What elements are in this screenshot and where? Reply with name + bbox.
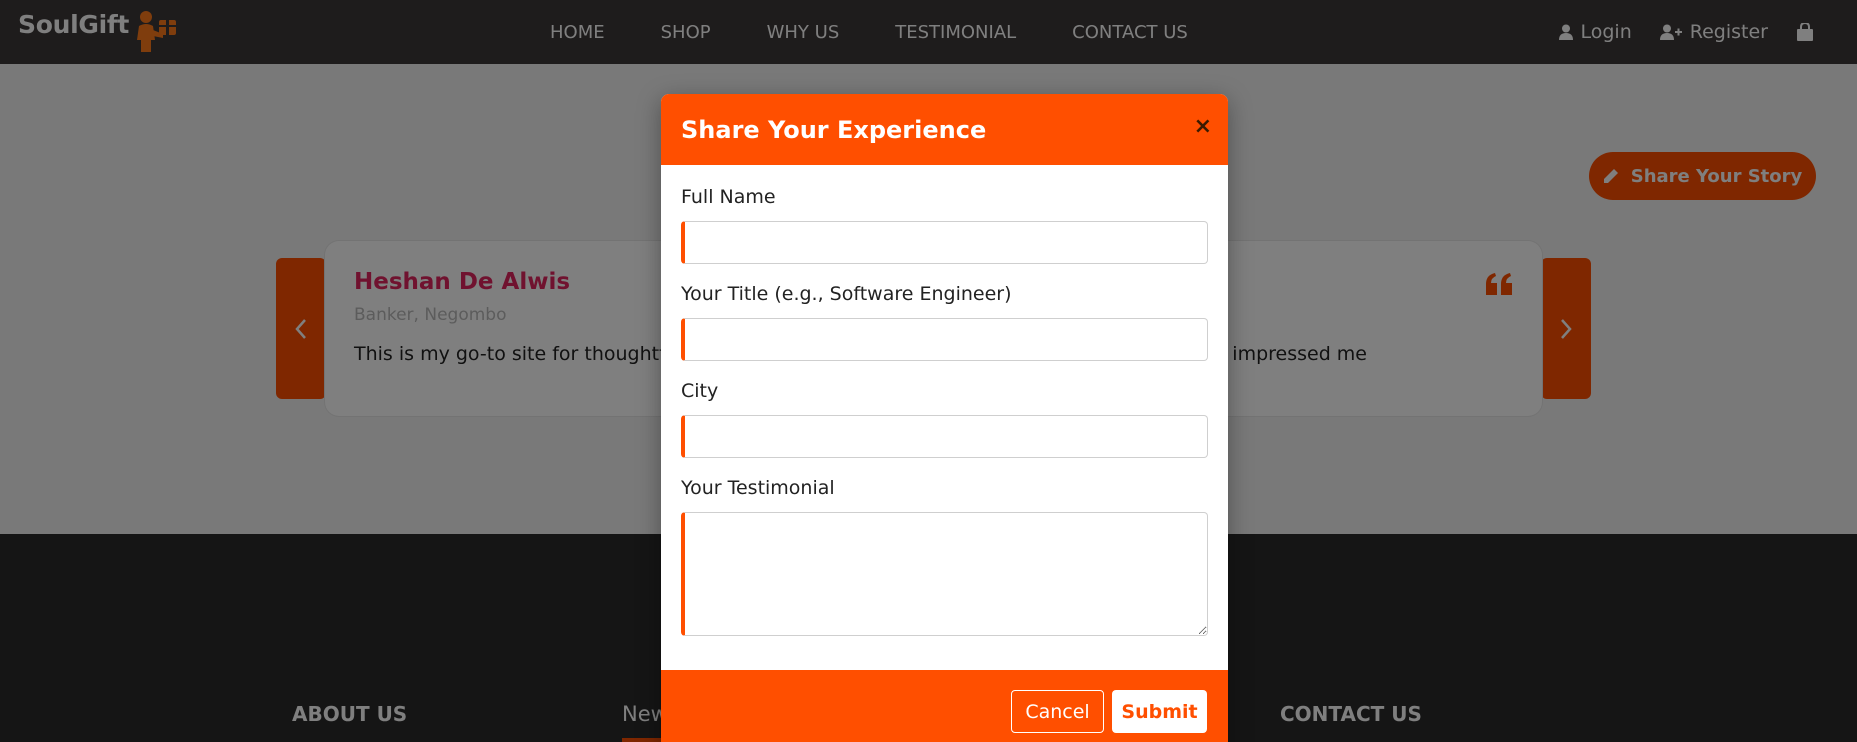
title-label: Your Title (e.g., Software Engineer): [681, 283, 1012, 305]
modal-footer: Cancel Submit: [661, 670, 1228, 742]
modal-header: Share Your Experience ×: [661, 94, 1228, 165]
testimonial-label: Your Testimonial: [681, 477, 835, 499]
close-icon[interactable]: ×: [1194, 116, 1212, 138]
testimonial-textarea[interactable]: [681, 512, 1208, 636]
full-name-input[interactable]: [681, 221, 1208, 264]
full-name-label: Full Name: [681, 186, 776, 208]
cancel-button[interactable]: Cancel: [1011, 690, 1104, 733]
title-input[interactable]: [681, 318, 1208, 361]
submit-button[interactable]: Submit: [1112, 690, 1207, 733]
share-experience-modal: Share Your Experience × Full Name Your T…: [661, 94, 1228, 742]
city-input[interactable]: [681, 415, 1208, 458]
city-label: City: [681, 380, 719, 402]
modal-title: Share Your Experience: [681, 115, 987, 144]
testimonial-form: Full Name Your Title (e.g., Software Eng…: [681, 186, 1208, 636]
